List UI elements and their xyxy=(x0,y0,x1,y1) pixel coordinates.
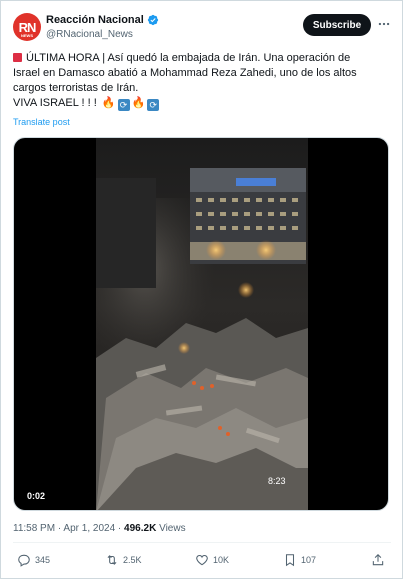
author-name-row: Reacción Nacional xyxy=(46,14,159,26)
bookmark-icon xyxy=(285,554,295,567)
post-date[interactable]: Apr 1, 2024 xyxy=(63,523,115,534)
like-button[interactable]: 10K xyxy=(195,553,229,567)
fire-emoji-icon: 🔥 xyxy=(131,97,146,109)
subscribe-button[interactable]: Subscribe xyxy=(303,14,371,36)
red-square-emoji-icon xyxy=(13,53,22,62)
post-card: RN NEWS Reacción Nacional @RNacional_New… xyxy=(0,0,403,579)
video-frame-image: 8:23 xyxy=(96,138,308,510)
translate-post-link[interactable]: Translate post xyxy=(13,117,70,127)
action-bar: 345 2.5K 10K 107 xyxy=(13,553,391,573)
bookmark-button[interactable]: 107 xyxy=(283,553,316,567)
fire-emoji-icon: 🔥 xyxy=(101,97,116,109)
post-text-line-4: VIVA ISRAEL ! ! ! xyxy=(13,97,97,109)
video-overlay-timestamp: 8:23 xyxy=(268,476,286,486)
post-text-line: ÚLTIMA HORA | Así quedó la embajada de I… xyxy=(13,51,393,66)
reply-count: 345 xyxy=(35,555,51,565)
views-label: Views xyxy=(159,523,186,534)
more-horizontal-icon[interactable] xyxy=(377,17,391,31)
reply-button[interactable]: 345 xyxy=(17,553,50,567)
repost-count: 2.5K xyxy=(123,555,142,565)
post-meta: 11:58 PM · Apr 1, 2024 · 496.2K Views xyxy=(13,523,186,534)
post-text-line-1: ÚLTIMA HORA | Así quedó la embajada de I… xyxy=(26,52,351,64)
heart-icon xyxy=(196,555,208,566)
author-display-name[interactable]: Reacción Nacional xyxy=(46,14,144,26)
post-text-line: VIVA ISRAEL ! ! ! 🔥 ⟳ 🔥 ⟳ xyxy=(13,96,393,111)
post-text-line-2: Israel en Damasco abatió a Mohammad Reza… xyxy=(13,67,357,79)
bookmark-count: 107 xyxy=(301,555,317,565)
repeat-emoji-icon: ⟳ xyxy=(147,99,160,111)
meta-separator: · xyxy=(117,523,122,534)
repost-icon xyxy=(107,555,117,565)
repeat-emoji-icon: ⟳ xyxy=(117,99,130,111)
divider xyxy=(13,542,391,543)
share-button[interactable] xyxy=(371,553,385,567)
meta-separator: · xyxy=(57,523,62,534)
avatar-logo-subtext: NEWS xyxy=(21,33,33,38)
verified-badge-icon xyxy=(147,14,159,26)
video-player[interactable]: 8:23 0:02 xyxy=(13,137,389,511)
reply-icon xyxy=(18,554,30,567)
author-handle[interactable]: @RNacional_News xyxy=(46,29,133,40)
post-text-line-3: cargos terroristas de Irán. xyxy=(13,82,139,94)
avatar[interactable]: RN NEWS xyxy=(13,13,41,41)
like-count: 10K xyxy=(213,555,230,565)
post-time[interactable]: 11:58 PM xyxy=(13,523,55,534)
video-timestamp: 0:02 xyxy=(24,490,49,502)
share-icon xyxy=(372,554,384,566)
views-count: 496.2K xyxy=(124,523,157,534)
post-text: ÚLTIMA HORA | Así quedó la embajada de I… xyxy=(13,51,393,111)
repost-button[interactable]: 2.5K xyxy=(105,553,142,567)
